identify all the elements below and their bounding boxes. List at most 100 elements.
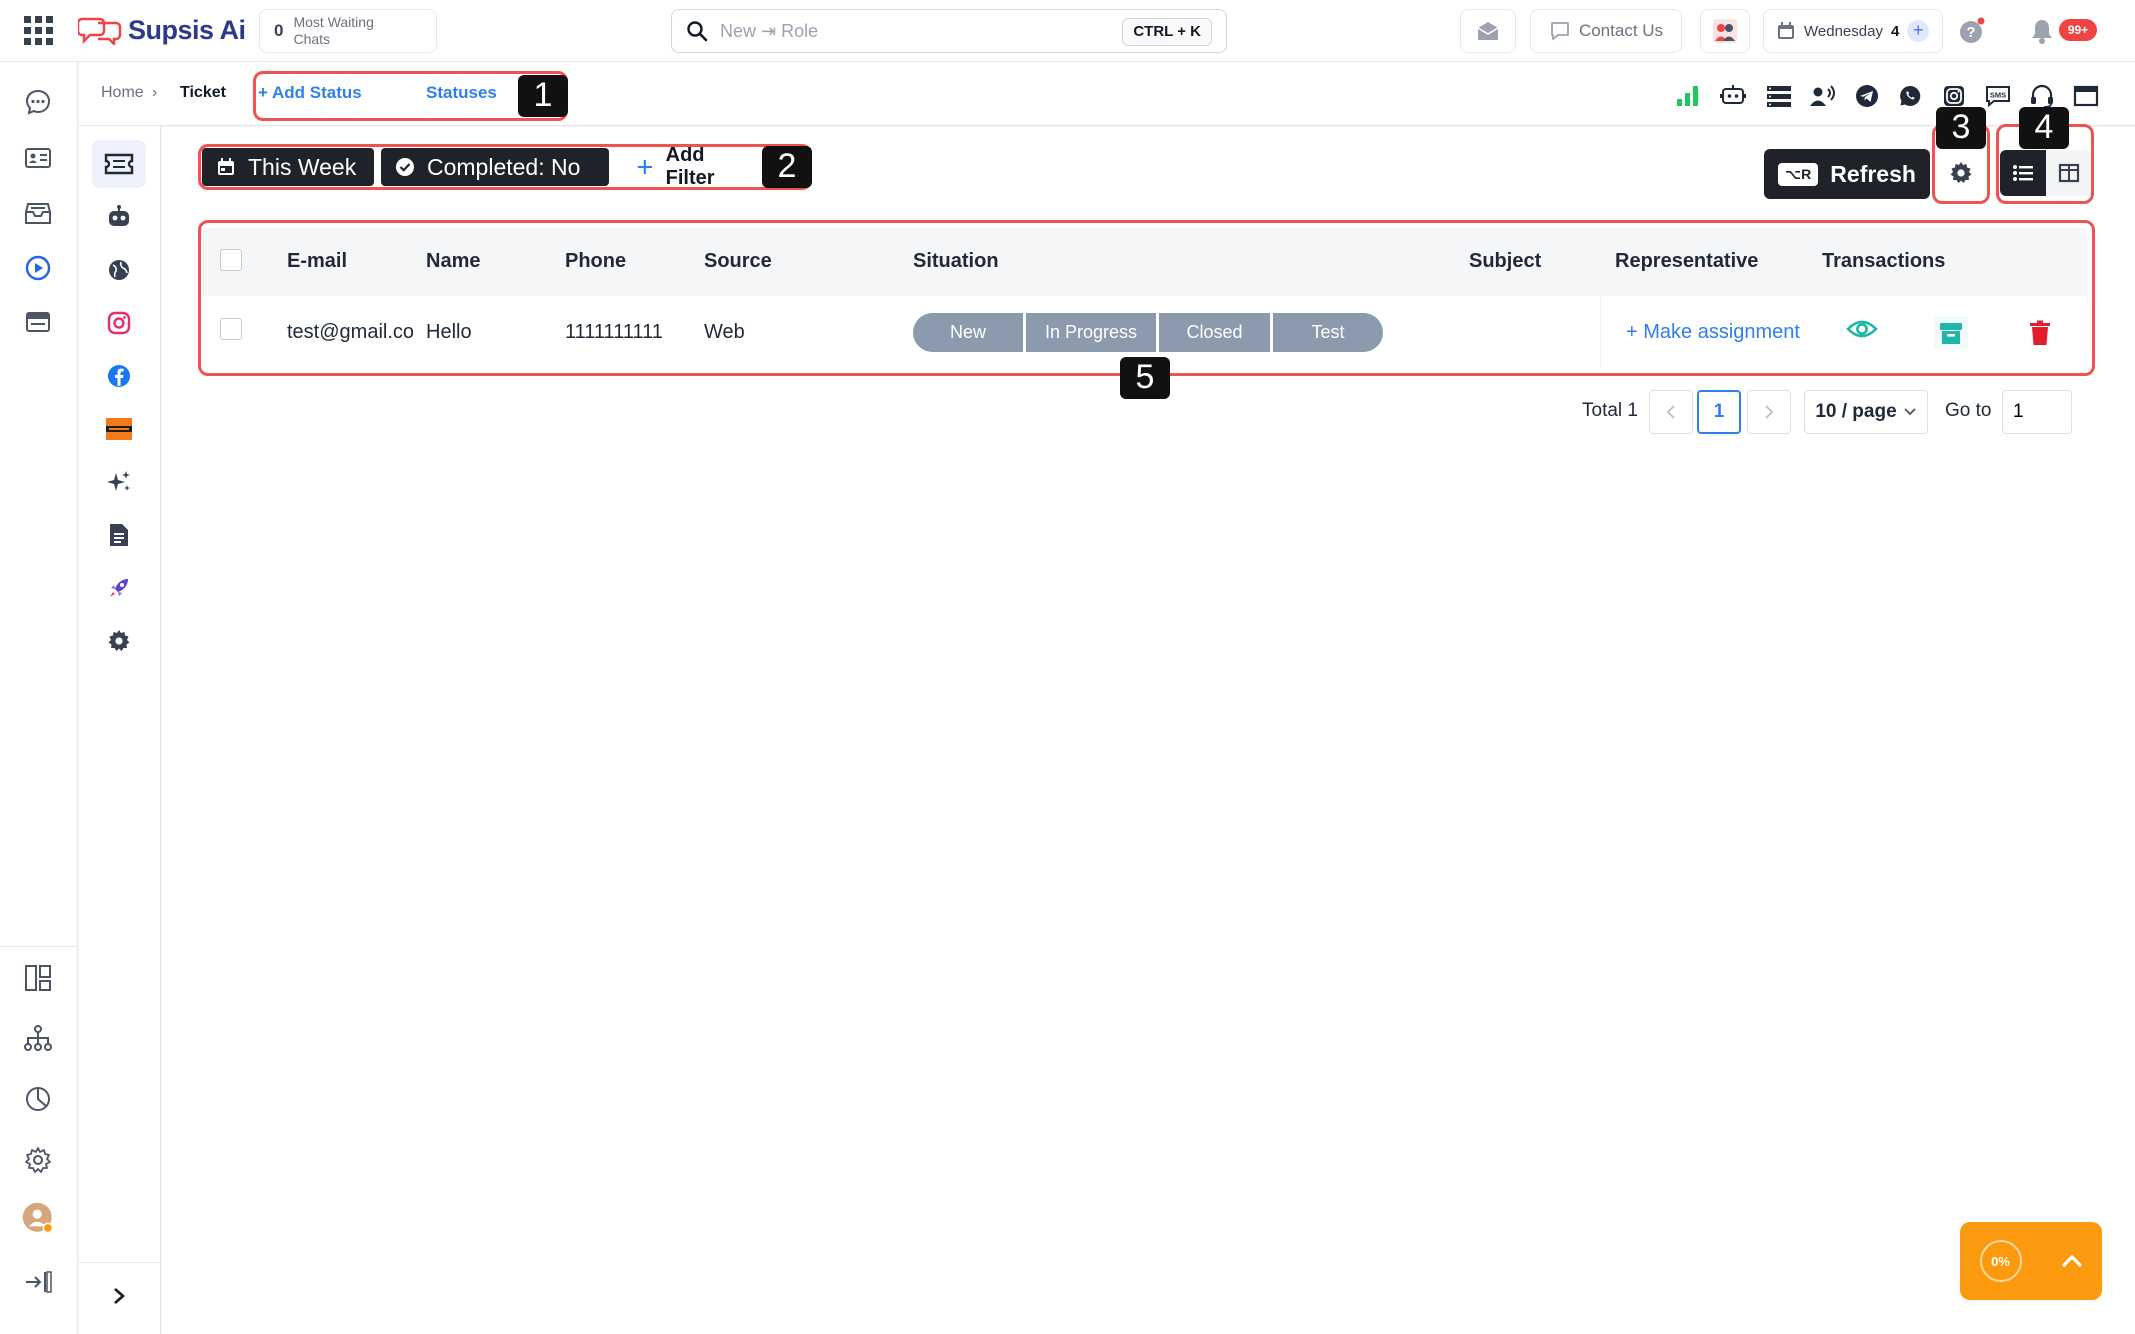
chats-icon[interactable]: [22, 86, 54, 118]
annotation-label-2: 2: [762, 146, 812, 188]
list-stack-icon[interactable]: [1765, 82, 1793, 110]
rocket-icon[interactable]: [92, 564, 146, 612]
column-header-transactions[interactable]: Transactions: [1822, 250, 1945, 273]
primary-nav-rail: [0, 62, 78, 1334]
contacts-card-icon[interactable]: [22, 142, 54, 174]
telegram-icon[interactable]: [1853, 82, 1881, 110]
reports-pie-icon[interactable]: [22, 1083, 54, 1115]
column-header-representative[interactable]: Representative: [1615, 250, 1758, 273]
agents-icon: [1713, 19, 1737, 43]
column-header-subject[interactable]: Subject: [1469, 250, 1541, 273]
play-circle-icon[interactable]: [22, 252, 54, 284]
chatbot-icon[interactable]: [1719, 82, 1747, 110]
view-eye-icon[interactable]: [1845, 312, 1879, 346]
archive-inbox-icon[interactable]: [22, 197, 54, 229]
this-week-filter[interactable]: This Week: [202, 148, 374, 186]
date-widget[interactable]: Wednesday 4 +: [1763, 9, 1943, 53]
archive-box-icon[interactable]: [1934, 316, 1968, 350]
ai-sparkle-icon[interactable]: [92, 458, 146, 506]
plus-icon: [637, 159, 652, 175]
marketplace-icon[interactable]: [92, 405, 146, 453]
collapse-sidebar-icon[interactable]: [22, 1266, 54, 1298]
dashboard-layout-icon[interactable]: [22, 962, 54, 994]
goto-label: Go to: [1945, 400, 1992, 421]
app-logo[interactable]: Supsis Ai: [78, 12, 246, 48]
globe-icon[interactable]: [92, 246, 146, 294]
column-header-situation[interactable]: Situation: [913, 250, 999, 273]
signal-bars-icon[interactable]: [1674, 82, 1702, 110]
statuses-link[interactable]: Statuses: [426, 83, 497, 103]
user-avatar[interactable]: [22, 1202, 54, 1234]
bell-icon[interactable]: [2030, 18, 2054, 44]
board-view-button[interactable]: [2046, 150, 2092, 196]
next-page-button[interactable]: [1747, 390, 1791, 434]
ticket-icon[interactable]: [92, 140, 146, 188]
add-day-icon[interactable]: +: [1907, 20, 1930, 42]
instagram-outline-icon[interactable]: [1940, 82, 1968, 110]
completed-filter[interactable]: Completed: No: [381, 148, 609, 186]
org-hierarchy-icon[interactable]: [22, 1022, 54, 1054]
status-test[interactable]: Test: [1273, 313, 1383, 352]
columns-view-icon: [2058, 163, 2080, 183]
annotation-label-3: 3: [1936, 107, 1986, 149]
team-users-icon[interactable]: [1809, 82, 1837, 110]
whatsapp-icon[interactable]: [1896, 82, 1924, 110]
document-icon[interactable]: [92, 511, 146, 559]
apps-grid-icon[interactable]: [22, 14, 56, 48]
window-maximize-icon[interactable]: [2072, 82, 2100, 110]
table-settings-button[interactable]: [1938, 150, 1984, 196]
status-in-progress[interactable]: In Progress: [1026, 313, 1156, 352]
delete-trash-icon[interactable]: [2023, 316, 2057, 350]
search-box[interactable]: CTRL + K: [671, 9, 1227, 53]
search-input[interactable]: [720, 20, 1100, 42]
expand-chevron-icon[interactable]: [92, 1272, 146, 1320]
notifications-badge: 99+: [2059, 19, 2097, 41]
refresh-shortcut: ⌥R: [1778, 162, 1819, 186]
column-header-name[interactable]: Name: [426, 250, 480, 273]
instagram-icon[interactable]: [92, 299, 146, 347]
facebook-icon[interactable]: [92, 352, 146, 400]
contact-us-label: Contact Us: [1578, 21, 1664, 40]
sms-icon[interactable]: SMS: [1984, 82, 2012, 110]
make-assignment-link[interactable]: + Make assignment: [1626, 321, 1810, 344]
scroll-progress-button[interactable]: 0%: [1960, 1222, 2102, 1300]
page-1-button[interactable]: 1: [1697, 390, 1741, 434]
annotation-label-5: 5: [1120, 357, 1170, 399]
settings-gear-icon[interactable]: [22, 1144, 54, 1176]
status-closed[interactable]: Closed: [1159, 313, 1270, 352]
chevron-right-icon: [1765, 405, 1774, 419]
cell-source: Web: [704, 321, 745, 343]
settings-gear-icon[interactable]: [92, 617, 146, 665]
bot-icon[interactable]: [92, 193, 146, 241]
secondary-sidebar: [79, 62, 161, 1334]
column-header-email[interactable]: E-mail: [287, 250, 347, 273]
mail-icon: [1477, 22, 1499, 40]
breadcrumb-home[interactable]: Home: [101, 84, 144, 102]
check-circle-icon: [396, 158, 414, 176]
calendar-icon: [218, 158, 234, 175]
inbox-button[interactable]: [1460, 9, 1516, 53]
goto-page-input[interactable]: [2002, 390, 2072, 434]
list-view-icon: [2013, 165, 2033, 181]
help-icon[interactable]: ?: [1958, 17, 1986, 45]
row-checkbox[interactable]: [220, 318, 242, 340]
add-status-link[interactable]: + Add Status: [258, 83, 362, 103]
prev-page-button[interactable]: [1649, 390, 1693, 434]
status-new[interactable]: New: [913, 313, 1023, 352]
this-week-label: This Week: [248, 153, 357, 180]
most-waiting-chats[interactable]: 0 Most Waiting Chats: [259, 9, 437, 53]
contact-us-button[interactable]: Contact Us: [1530, 9, 1682, 53]
list-view-button[interactable]: [2000, 150, 2046, 196]
gear-icon: [1950, 162, 1972, 183]
refresh-button[interactable]: ⌥R Refresh: [1764, 149, 1930, 199]
add-filter-button[interactable]: Add Filter: [622, 144, 762, 189]
column-header-source[interactable]: Source: [704, 250, 772, 273]
support-headset-icon[interactable]: [2028, 82, 2056, 110]
waiting-count: 0: [274, 21, 284, 40]
search-shortcut: CTRL + K: [1122, 18, 1212, 46]
user-switch-button[interactable]: [1700, 9, 1750, 53]
select-all-checkbox[interactable]: [220, 249, 242, 271]
window-panel-icon[interactable]: [22, 306, 54, 338]
column-header-phone[interactable]: Phone: [565, 250, 626, 273]
page-size-select[interactable]: 10 / page: [1804, 390, 1928, 434]
